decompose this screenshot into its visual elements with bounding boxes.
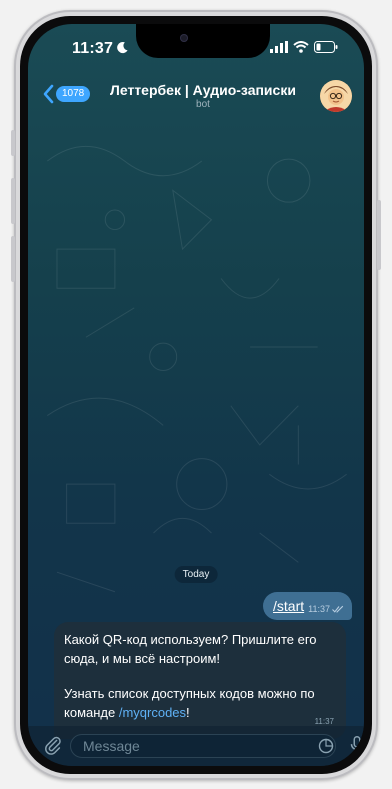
outgoing-message-command-link[interactable]: /start — [273, 598, 304, 614]
myqrcodes-command-link[interactable]: /myqrcodes — [119, 705, 186, 720]
incoming-message[interactable]: Какой QR-код используем? Пришлите его сю… — [54, 622, 346, 739]
chat-title-area[interactable]: Леттербек | Аудио-записки bot — [98, 82, 308, 110]
cellular-signal-icon — [270, 41, 288, 53]
incoming-message-line2-suffix: ! — [186, 705, 190, 720]
sticker-icon[interactable] — [318, 738, 334, 754]
front-camera — [180, 34, 188, 42]
bezel: 11:37 1078 Леттербек | Аудио-записки bot… — [20, 16, 372, 774]
double-check-icon — [332, 605, 344, 613]
outgoing-message-meta: 11:37 — [308, 604, 344, 614]
date-separator: Today — [174, 566, 218, 583]
phone-frame: 11:37 1078 Леттербек | Аудио-записки bot… — [11, 10, 381, 780]
microphone-icon[interactable] — [346, 734, 364, 756]
outgoing-message[interactable]: /start 11:37 — [263, 592, 352, 620]
silent-switch — [11, 130, 15, 156]
power-button — [377, 200, 381, 270]
volume-down-button — [11, 236, 15, 282]
avatar-face-icon — [320, 80, 352, 112]
paperclip-icon[interactable] — [42, 734, 64, 756]
wifi-icon — [293, 41, 309, 53]
avatar[interactable] — [320, 80, 352, 112]
outgoing-message-time: 11:37 — [308, 604, 330, 614]
message-input[interactable] — [70, 734, 336, 758]
message-composer — [28, 726, 364, 766]
status-icons — [270, 41, 338, 53]
incoming-message-line1: Какой QR-код используем? Пришлите его сю… — [64, 632, 317, 666]
screen: 11:37 1078 Леттербек | Аудио-записки bot… — [28, 24, 364, 766]
moon-icon — [117, 41, 128, 54]
notch — [136, 24, 270, 58]
status-bar: 11:37 — [28, 24, 364, 74]
volume-up-button — [11, 178, 15, 224]
chevron-left-icon — [43, 84, 54, 104]
chat-subtitle: bot — [196, 99, 210, 110]
back-button[interactable]: 1078 — [42, 84, 91, 104]
chat-title: Леттербек | Аудио-записки — [110, 82, 296, 98]
battery-icon — [314, 41, 338, 53]
unread-count-badge: 1078 — [56, 86, 91, 102]
status-time: 11:37 — [72, 40, 114, 57]
chat-header: 1078 Леттербек | Аудио-записки bot — [28, 76, 364, 120]
